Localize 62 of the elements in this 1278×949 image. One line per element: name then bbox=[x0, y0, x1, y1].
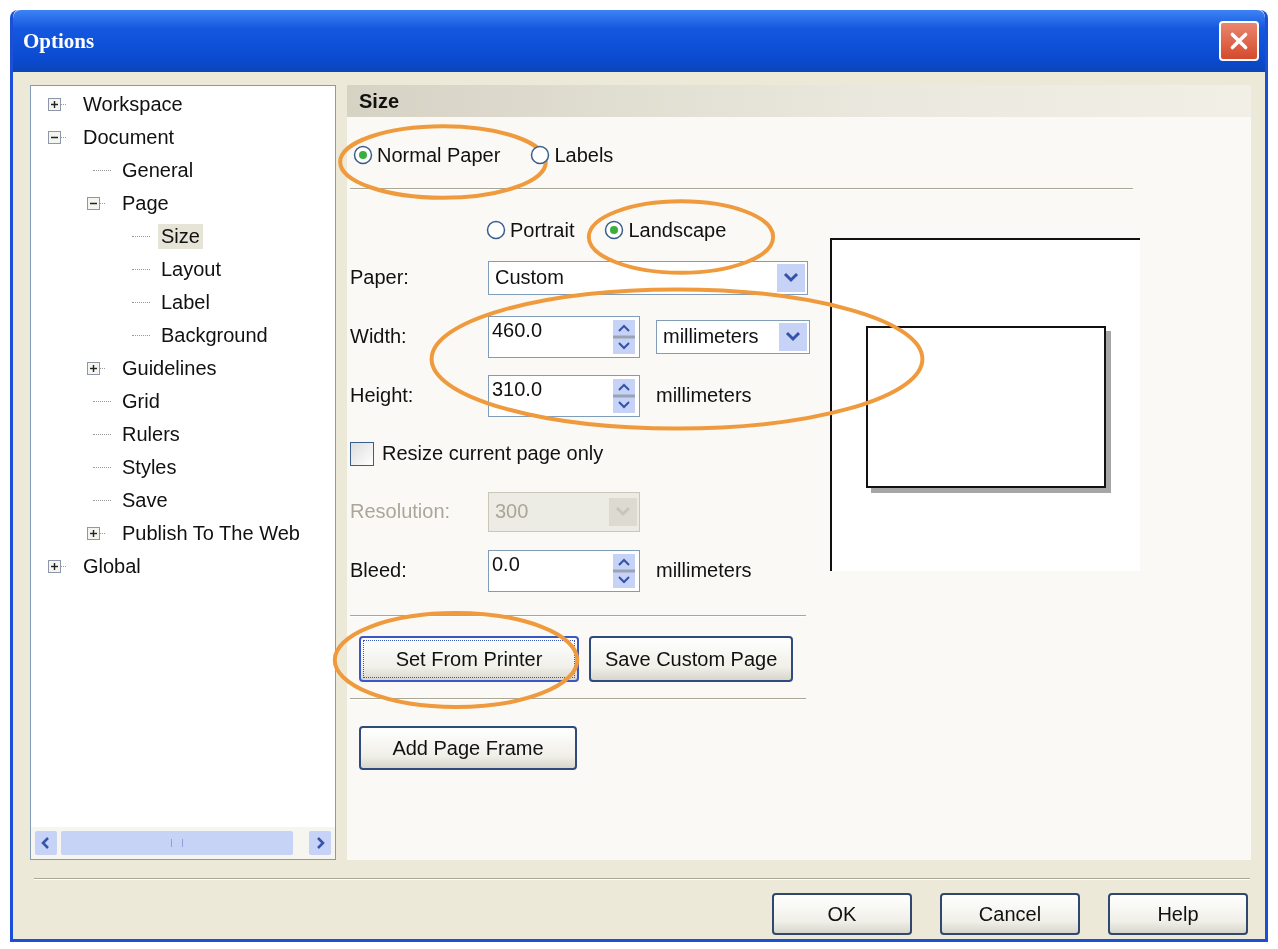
radio-icon[interactable] bbox=[530, 145, 551, 165]
radio-icon[interactable] bbox=[486, 220, 506, 240]
chevron-down-icon bbox=[779, 322, 807, 351]
dialog-button[interactable]: OK bbox=[772, 893, 912, 935]
tree-item[interactable]: Size bbox=[158, 224, 203, 249]
plus-icon[interactable] bbox=[48, 98, 61, 111]
tree-item[interactable]: Layout bbox=[158, 257, 225, 282]
horizontal-scrollbar[interactable] bbox=[31, 827, 335, 859]
radio-selected-icon[interactable] bbox=[353, 145, 373, 165]
height-field[interactable]: 310.0 bbox=[488, 374, 640, 417]
radio-label[interactable]: Landscape bbox=[628, 218, 727, 242]
spin-button[interactable] bbox=[613, 378, 635, 413]
unit-dropdown[interactable]: millimeters bbox=[656, 319, 810, 354]
unit-label: millimeters bbox=[656, 559, 752, 582]
field-label: Resolution: bbox=[350, 500, 451, 523]
dialog-button[interactable]: Help bbox=[1108, 893, 1248, 935]
tree-item[interactable]: Publish To The Web bbox=[119, 521, 303, 546]
scrollbar-thumb[interactable] bbox=[61, 831, 293, 855]
dialog-button[interactable]: Cancel bbox=[940, 893, 1080, 935]
tree-item[interactable]: Page bbox=[119, 191, 172, 216]
section-header: Size bbox=[347, 85, 1251, 117]
chevron-down-icon bbox=[777, 263, 805, 292]
minus-icon[interactable] bbox=[87, 197, 100, 210]
tree-item[interactable]: Label bbox=[158, 290, 213, 315]
field-label: Bleed: bbox=[350, 559, 407, 582]
checkbox[interactable] bbox=[350, 441, 374, 466]
page-button[interactable]: Save Custom Page bbox=[589, 636, 794, 682]
spin-button[interactable] bbox=[613, 319, 635, 354]
close-button[interactable] bbox=[1219, 21, 1259, 61]
radio-label[interactable]: Normal Paper bbox=[377, 143, 501, 167]
page-button[interactable]: Set From Printer bbox=[359, 636, 579, 682]
minus-icon[interactable] bbox=[48, 131, 61, 144]
add-page-frame-button[interactable]: Add Page Frame bbox=[359, 726, 577, 770]
chevron-down-icon bbox=[609, 497, 637, 526]
tree-item[interactable]: Styles bbox=[119, 455, 180, 480]
field-label: Height: bbox=[350, 384, 414, 407]
scroll-right-icon[interactable] bbox=[309, 831, 331, 855]
tree-item[interactable]: Guidelines bbox=[119, 356, 220, 381]
plus-icon[interactable] bbox=[87, 527, 100, 540]
window-title: Options bbox=[23, 28, 95, 54]
tree-item[interactable]: Workspace bbox=[80, 92, 186, 117]
close-icon bbox=[1228, 30, 1250, 52]
unit-label: millimeters bbox=[656, 384, 752, 407]
scroll-left-icon[interactable] bbox=[35, 831, 57, 855]
tree-item[interactable]: Background bbox=[158, 323, 271, 348]
plus-icon[interactable] bbox=[87, 362, 100, 375]
radio-selected-icon[interactable] bbox=[604, 220, 625, 240]
tree-item[interactable]: Document bbox=[80, 125, 178, 150]
tree-item[interactable]: General bbox=[119, 158, 197, 183]
radio-label[interactable]: Portrait bbox=[510, 218, 575, 242]
width-field[interactable]: 460.0 bbox=[488, 315, 640, 358]
plus-icon[interactable] bbox=[48, 560, 61, 573]
tree-item[interactable]: Save bbox=[119, 488, 171, 513]
tree-item[interactable]: Rulers bbox=[119, 422, 183, 447]
spin-button[interactable] bbox=[613, 553, 635, 588]
bleed-field[interactable]: 0.0 bbox=[488, 549, 640, 592]
tree-item[interactable]: Global bbox=[80, 554, 144, 579]
tree-item[interactable]: Grid bbox=[119, 389, 163, 414]
field-label: Paper: bbox=[350, 266, 409, 289]
field-label: Width: bbox=[350, 325, 407, 348]
radio-label[interactable]: Labels bbox=[554, 143, 614, 167]
checkbox-label[interactable]: Resize current page only bbox=[382, 442, 604, 465]
